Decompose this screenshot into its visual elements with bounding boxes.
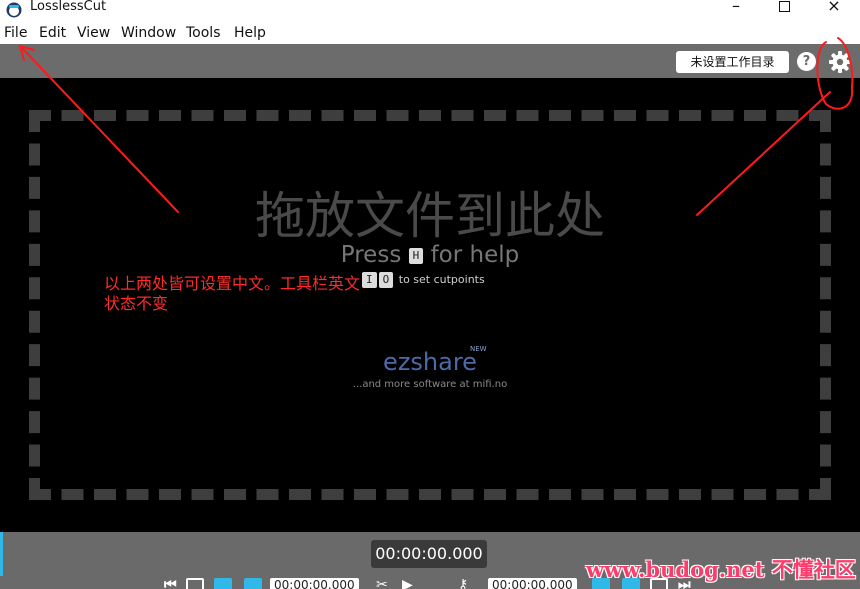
cut-key-out: O bbox=[378, 272, 394, 288]
menu-window[interactable]: Window bbox=[121, 24, 176, 42]
menu-view[interactable]: View bbox=[77, 24, 110, 42]
annotation-note: 以上两处皆可设置中文。工具栏英文状态不变 bbox=[104, 274, 361, 313]
minimize-button[interactable]: – bbox=[716, 0, 756, 16]
menu-file[interactable]: File bbox=[4, 24, 27, 42]
gear-icon[interactable] bbox=[828, 50, 852, 74]
set-cut-start-icon[interactable] bbox=[214, 578, 232, 589]
cutpoints-hint: IO to set cutpoints bbox=[362, 272, 485, 288]
top-toolbar: 未设置工作目录 ? bbox=[0, 44, 860, 78]
cut-icon[interactable]: ✂ bbox=[376, 578, 388, 589]
help-hint-prefix: Press bbox=[340, 242, 402, 268]
timeline-cursor[interactable] bbox=[0, 532, 3, 576]
help-hint-suffix: for help bbox=[430, 242, 520, 268]
ezshare-logo[interactable]: ezshare bbox=[0, 348, 860, 376]
goto-cut-start-icon[interactable] bbox=[244, 578, 262, 589]
cut-key-in: I bbox=[362, 272, 377, 288]
app-icon bbox=[6, 2, 22, 18]
jump-start-icon[interactable]: ⏮ bbox=[164, 578, 177, 589]
help-icon[interactable]: ? bbox=[797, 52, 816, 71]
ezshare-new-badge: NEW bbox=[470, 345, 487, 353]
window-title: LosslessCut bbox=[30, 0, 107, 14]
more-software-text: ...and more software at mifi.no bbox=[352, 379, 508, 390]
menu-bar: File Edit View Window Tools Help bbox=[0, 22, 860, 44]
close-button[interactable]: × bbox=[814, 0, 854, 16]
title-bar: LosslessCut – × bbox=[0, 0, 860, 20]
drop-title: 拖放文件到此处 bbox=[255, 187, 605, 245]
maximize-button[interactable] bbox=[764, 0, 804, 16]
cut-start-icon[interactable] bbox=[186, 578, 204, 589]
video-area[interactable]: 拖放文件到此处 Press H for help IO to set cutpo… bbox=[0, 78, 860, 532]
working-directory-button[interactable]: 未设置工作目录 bbox=[676, 51, 789, 73]
maximize-icon bbox=[778, 1, 790, 12]
help-key: H bbox=[408, 247, 424, 264]
current-time-display: 00:00:00.000 bbox=[371, 540, 487, 568]
cut-start-time-input[interactable]: 00:00:00.000 bbox=[270, 578, 359, 589]
menu-edit[interactable]: Edit bbox=[39, 24, 66, 42]
menu-help[interactable]: Help bbox=[234, 24, 266, 42]
watermark: www.budog.net 不懂社区 bbox=[586, 557, 856, 582]
cutpoints-text: to set cutpoints bbox=[398, 273, 485, 286]
play-icon[interactable]: ▶ bbox=[402, 578, 413, 589]
key-icon[interactable]: ⚷ bbox=[458, 578, 468, 589]
menu-tools[interactable]: Tools bbox=[186, 24, 221, 42]
help-hint: Press H for help bbox=[0, 242, 860, 268]
cut-end-time-input[interactable]: 00:00:00.000 bbox=[488, 578, 577, 589]
